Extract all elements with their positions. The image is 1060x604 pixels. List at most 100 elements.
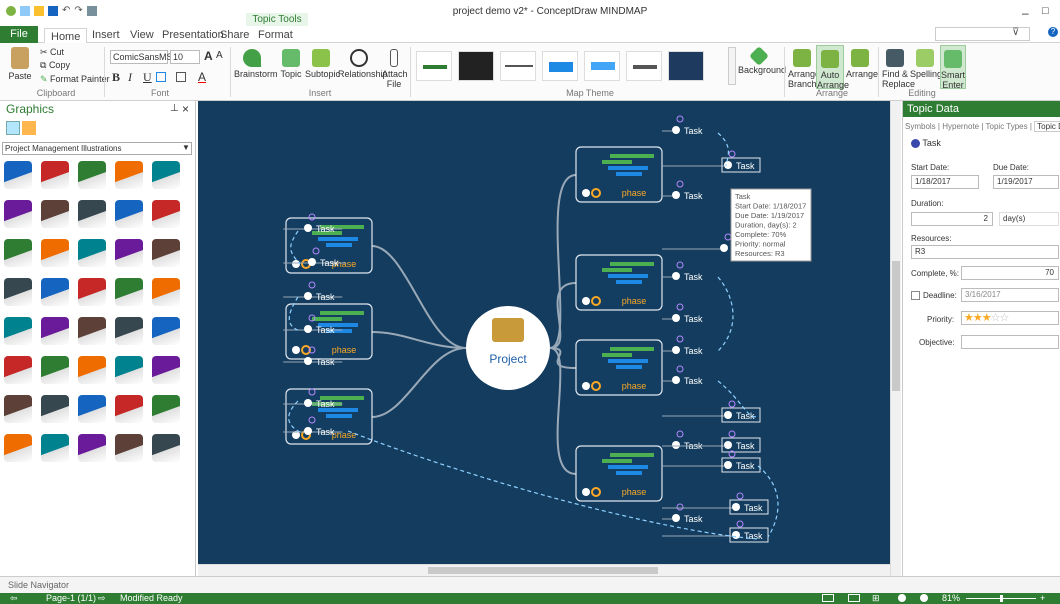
illustration-thumb[interactable]	[78, 161, 106, 189]
back-arrow-icon[interactable]: ⇦	[10, 593, 18, 604]
tab-symbols[interactable]: Symbols	[905, 122, 936, 131]
illustration-thumb[interactable]	[4, 434, 32, 462]
illustration-thumb[interactable]	[41, 434, 69, 462]
illustration-thumb[interactable]	[115, 278, 143, 306]
print-icon[interactable]	[86, 6, 97, 16]
paste-button[interactable]: Paste	[8, 47, 32, 81]
tab-file[interactable]: File	[0, 26, 38, 43]
illustration-thumb[interactable]	[78, 434, 106, 462]
illustration-thumb[interactable]	[115, 200, 143, 228]
illustration-thumb[interactable]	[41, 356, 69, 384]
scroll-thumb[interactable]	[428, 567, 658, 574]
deadline-checkbox[interactable]	[911, 291, 920, 300]
bold-button[interactable]: B	[112, 70, 120, 85]
illustration-thumb[interactable]	[4, 395, 32, 423]
illustration-thumb[interactable]	[78, 239, 106, 267]
tab-home[interactable]: Home	[44, 28, 88, 44]
illustration-thumb[interactable]	[4, 161, 32, 189]
deadline-field[interactable]: 3/16/2017	[961, 288, 1059, 302]
arrange-button[interactable]: Arrange	[846, 49, 878, 79]
resources-field[interactable]: R3	[911, 245, 1059, 259]
chevron-down-icon[interactable]: ▼	[182, 143, 190, 152]
format-painter-button[interactable]: ✎ Format Painter	[40, 74, 110, 84]
auto-arrange-button[interactable]: Auto Arrange	[816, 45, 849, 90]
illustration-thumb[interactable]	[4, 278, 32, 306]
illustration-thumb[interactable]	[78, 200, 106, 228]
theme-thumb[interactable]	[668, 51, 704, 81]
spelling-button[interactable]: Spelling	[910, 49, 942, 79]
theme-thumb[interactable]	[500, 51, 536, 81]
illustration-thumb[interactable]	[152, 395, 180, 423]
zoom-slider-thumb[interactable]	[1000, 595, 1003, 602]
duration-field[interactable]: 2	[911, 212, 993, 226]
theme-thumb[interactable]	[626, 51, 662, 81]
illustration-thumb[interactable]	[115, 395, 143, 423]
underline-button[interactable]: U	[143, 70, 152, 85]
graphics-view-icon[interactable]	[6, 121, 20, 135]
shrink-font-button[interactable]: A	[216, 50, 223, 61]
illustration-thumb[interactable]	[41, 161, 69, 189]
theme-gallery-scroll[interactable]	[728, 47, 736, 85]
relationship-button[interactable]: Relationship	[338, 49, 388, 79]
complete-field[interactable]: 70	[961, 266, 1059, 280]
slide-navigator[interactable]: Slide Navigator	[0, 576, 1060, 593]
font-size-select[interactable]: 10	[170, 50, 200, 64]
horizontal-scrollbar[interactable]	[198, 564, 890, 576]
zoom-in-icon[interactable]: +	[1040, 593, 1045, 603]
align-icon[interactable]	[156, 72, 166, 82]
close-panel-button[interactable]: ×	[182, 102, 189, 116]
illustration-thumb[interactable]	[115, 356, 143, 384]
priority-star[interactable]: ★	[973, 312, 983, 324]
pin-icon[interactable]: ⊥	[170, 103, 179, 114]
illustration-thumb[interactable]	[78, 395, 106, 423]
topic-button[interactable]: Topic	[279, 49, 303, 79]
theme-thumb[interactable]	[584, 51, 620, 81]
find-replace-button[interactable]: Find & Replace	[882, 49, 915, 89]
mind-map-canvas[interactable]: phase phase phase phase phase phase phase Task T…	[198, 101, 890, 564]
illustration-thumb[interactable]	[4, 356, 32, 384]
pointer-icon[interactable]	[920, 594, 928, 602]
open-icon[interactable]	[34, 6, 44, 16]
dependency-link[interactable]	[717, 132, 729, 167]
help-icon[interactable]: ?	[1048, 27, 1058, 37]
undo-icon[interactable]: ↶	[62, 6, 70, 16]
tab-insert[interactable]: Insert	[86, 27, 126, 43]
tab-view[interactable]: View	[124, 27, 160, 43]
start-date-field[interactable]: 1/18/2017	[911, 175, 979, 189]
outline-icon[interactable]	[848, 594, 860, 602]
tab-share[interactable]: Share	[214, 27, 255, 43]
illustration-thumb[interactable]	[41, 317, 69, 345]
maximize-button[interactable]: □	[1042, 5, 1049, 17]
illustration-thumb[interactable]	[152, 356, 180, 384]
illustration-thumb[interactable]	[78, 317, 106, 345]
illustration-thumb[interactable]	[152, 200, 180, 228]
dependency-link[interactable]	[717, 276, 734, 352]
illustration-thumb[interactable]	[115, 161, 143, 189]
new-icon[interactable]	[20, 6, 30, 16]
font-family-select[interactable]: ComicSansMS	[110, 50, 173, 64]
theme-gallery[interactable]	[416, 47, 736, 85]
vertical-scrollbar[interactable]	[890, 101, 901, 576]
illustration-thumb[interactable]	[152, 317, 180, 345]
italic-button[interactable]: I	[128, 70, 132, 85]
font-color-button[interactable]: A	[198, 70, 206, 84]
brainstorm-button[interactable]: Brainstorm	[234, 49, 278, 79]
theme-thumb[interactable]	[542, 51, 578, 81]
illustration-thumb[interactable]	[4, 200, 32, 228]
illustration-thumb[interactable]	[152, 161, 180, 189]
minimize-button[interactable]: –	[1022, 6, 1029, 20]
illustration-thumb[interactable]	[41, 395, 69, 423]
illustration-thumb[interactable]	[78, 356, 106, 384]
illustration-thumb[interactable]	[4, 239, 32, 267]
filter-icon[interactable]: ⊽	[1012, 27, 1019, 38]
illustration-thumb[interactable]	[115, 434, 143, 462]
duration-unit-select[interactable]: day(s)	[999, 212, 1059, 226]
subtopic-button[interactable]: Subtopic	[305, 49, 340, 79]
tab-format[interactable]: Format	[252, 27, 299, 43]
priority-star[interactable]: ☆	[1000, 312, 1010, 324]
theme-thumb[interactable]	[458, 51, 494, 81]
graphics-library-icon[interactable]	[22, 121, 36, 135]
arrange-branch-button[interactable]: Arrange Branch	[788, 49, 820, 89]
illustration-thumb[interactable]	[152, 239, 180, 267]
mind-map[interactable]: phasephasephasephasephasephasephaseTaskT…	[198, 101, 890, 564]
